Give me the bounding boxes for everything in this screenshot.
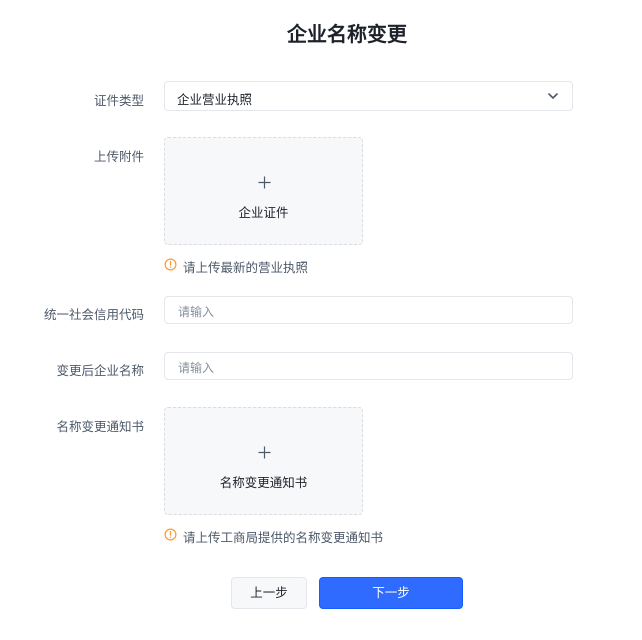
cert-type-label: 证件类型 (93, 93, 144, 108)
cert-type-value: 企业营业执照 (177, 92, 253, 107)
chevron-down-icon (548, 93, 558, 99)
new-name-input[interactable]: 请输入 (164, 352, 573, 380)
warning-icon (164, 258, 177, 271)
credit-code-label: 统一社会信用代码 (43, 307, 144, 322)
notice-hint-text: 请上传工商局提供的名称变更通知书 (183, 530, 384, 545)
attachment-hint-text: 请上传最新的营业执照 (183, 260, 309, 275)
notice-upload-caption: 名称变更通知书 (219, 475, 308, 490)
plus-icon (258, 176, 271, 189)
attachment-upload-caption: 企业证件 (238, 205, 289, 220)
credit-code-input[interactable]: 请输入 (164, 296, 573, 324)
page-title: 企业名称变更 (287, 22, 407, 46)
credit-code-placeholder: 请输入 (178, 305, 215, 319)
cert-type-select[interactable]: 企业营业执照 (164, 81, 573, 111)
attachment-upload-area[interactable]: 企业证件 (164, 137, 363, 245)
new-name-label: 变更后企业名称 (56, 363, 144, 378)
new-name-placeholder: 请输入 (178, 361, 215, 375)
attachment-label: 上传附件 (93, 149, 144, 164)
warning-icon (164, 528, 177, 541)
notice-label: 名称变更通知书 (56, 419, 144, 434)
next-step-button[interactable]: 下一步 (319, 577, 463, 609)
previous-step-button[interactable]: 上一步 (231, 577, 307, 609)
plus-icon (258, 446, 271, 459)
notice-upload-area[interactable]: 名称变更通知书 (164, 407, 363, 515)
